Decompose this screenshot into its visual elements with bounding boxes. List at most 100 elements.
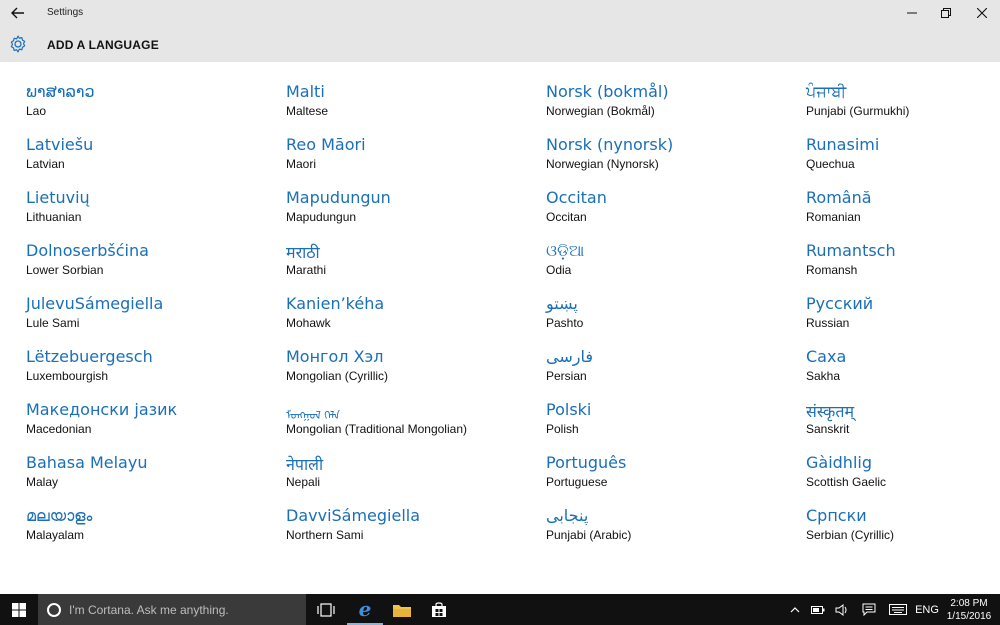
task-view-button[interactable] — [308, 594, 344, 625]
clock-time: 2:08 PM — [950, 598, 988, 609]
language-native-name: ພາສາລາວ — [26, 82, 95, 101]
store-icon — [432, 601, 446, 617]
language-item-nepali[interactable]: नेपाली Nepali — [286, 433, 536, 489]
language-native-name: Lietuvių — [26, 188, 90, 207]
language-item-sakha[interactable]: Саха Sakha — [806, 327, 1000, 383]
close-icon — [977, 8, 987, 18]
language-item-lao[interactable]: ພາສາລາວ Lao — [26, 62, 276, 118]
language-native-name: ᠮᠣᠩᠭᠣᠯ ᠬᠡᠯᠡ — [286, 409, 340, 422]
cortana-search-box[interactable]: I'm Cortana. Ask me anything. — [38, 594, 306, 625]
language-item-maori[interactable]: Reo Māori Maori — [286, 115, 536, 171]
language-native-name: پنجابی — [546, 506, 589, 525]
language-item-romansh[interactable]: Rumantsch Romansh — [806, 221, 1000, 277]
language-english-name: Punjabi (Arabic) — [546, 528, 632, 542]
language-native-name: JulevuSámegiella — [26, 294, 164, 313]
language-item-mongolian-traditional[interactable]: ᠮᠣᠩᠭᠣᠯ ᠬᠡᠯᠡ Mongolian (Traditional Mongol… — [286, 380, 536, 436]
language-item-marathi[interactable]: मराठी Marathi — [286, 221, 536, 277]
show-hidden-icons-button[interactable] — [786, 594, 804, 625]
language-native-name: Русский — [806, 294, 874, 313]
language-item-mohawk[interactable]: Kanien’kéha Mohawk — [286, 274, 536, 330]
language-native-name: नेपाली — [286, 455, 324, 474]
chevron-up-icon — [790, 606, 800, 612]
volume-button[interactable] — [832, 594, 852, 625]
restore-icon — [941, 8, 951, 18]
language-item-malayalam[interactable]: മലയാളം Malayalam — [26, 486, 276, 542]
input-language-button[interactable]: ENG — [912, 594, 942, 625]
volume-icon — [835, 603, 847, 616]
clock[interactable]: 2:08 PM 1/15/2016 — [940, 597, 998, 623]
language-native-name: Polski — [546, 400, 592, 419]
language-item-sanskrit[interactable]: संस्कृतम् Sanskrit — [806, 380, 1000, 436]
notification-icon — [862, 603, 876, 616]
language-item-malay[interactable]: Bahasa Melayu Malay — [26, 433, 276, 489]
language-native-name: Монгол Хэл — [286, 347, 384, 366]
language-native-name: پښتو — [546, 294, 578, 313]
start-button[interactable] — [0, 594, 38, 625]
language-native-name: Norsk (bokmål) — [546, 82, 669, 101]
language-native-name: Occitan — [546, 188, 607, 207]
language-native-name: DavviSámegiella — [286, 506, 421, 525]
action-center-button[interactable] — [858, 594, 880, 625]
window-title: Settings — [47, 7, 84, 18]
language-item-russian[interactable]: Русский Russian — [806, 274, 1000, 330]
language-native-name: Саха — [806, 347, 847, 366]
language-item-lower-sorbian[interactable]: Dolnoserbšćina Lower Sorbian — [26, 221, 276, 277]
language-item-norwegian-nynorsk[interactable]: Norsk (nynorsk) Norwegian (Nynorsk) — [546, 115, 796, 171]
language-item-northern-sami[interactable]: DavviSámegiella Northern Sami — [286, 486, 536, 542]
language-item-punjabi-arabic[interactable]: پنجابی Punjabi (Arabic) — [546, 486, 796, 542]
language-item-norwegian-bokmal[interactable]: Norsk (bokmål) Norwegian (Bokmål) — [546, 62, 796, 118]
battery-button[interactable] — [808, 594, 828, 625]
store-button[interactable] — [421, 594, 457, 625]
language-indicator: ENG — [915, 603, 939, 616]
language-item-persian[interactable]: فارسی Persian — [546, 327, 796, 383]
language-native-name: Română — [806, 188, 872, 207]
title-bar: Settings — [0, 0, 1000, 26]
language-item-portuguese[interactable]: Português Portuguese — [546, 433, 796, 489]
language-item-scottish-gaelic[interactable]: Gàidhlig Scottish Gaelic — [806, 433, 1000, 489]
language-item-maltese[interactable]: Malti Maltese — [286, 62, 536, 118]
language-native-name: Rumantsch — [806, 241, 896, 260]
edge-browser-icon: e — [358, 596, 372, 621]
touch-keyboard-button[interactable] — [886, 594, 910, 625]
back-button[interactable] — [0, 0, 36, 26]
language-native-name: मराठी — [286, 243, 320, 262]
language-native-name: മലയാളം — [26, 506, 93, 525]
language-grid: ພາສາລາວ Lao Latviešu Latvian Lietuvių Lithu… — [0, 62, 1000, 587]
language-item-mongolian-cyrillic[interactable]: Монгол Хэл Mongolian (Cyrillic) — [286, 327, 536, 383]
language-item-occitan[interactable]: Occitan Occitan — [546, 168, 796, 224]
language-native-name: Bahasa Melayu — [26, 453, 148, 472]
language-native-name: Dolnoserbšćina — [26, 241, 149, 260]
language-item-macedonian[interactable]: Македонски јазик Macedonian — [26, 380, 276, 436]
page-title: ADD A LANGUAGE — [47, 38, 159, 52]
minimize-icon — [907, 12, 917, 14]
language-item-lule-sami[interactable]: JulevuSámegiella Lule Sami — [26, 274, 276, 330]
language-english-name: Northern Sami — [286, 528, 364, 542]
minimize-button[interactable] — [895, 0, 929, 26]
language-item-pashto[interactable]: پښتو Pashto — [546, 274, 796, 330]
language-item-polish[interactable]: Polski Polish — [546, 380, 796, 436]
language-native-name: ଓଡ଼ିଆ — [546, 241, 585, 260]
language-native-name: Mapudungun — [286, 188, 391, 207]
clock-date: 1/15/2016 — [946, 611, 992, 622]
close-button[interactable] — [965, 0, 999, 26]
language-item-latvian[interactable]: Latviešu Latvian — [26, 115, 276, 171]
language-item-punjabi-gurmukhi[interactable]: ਪੰਜਾਬੀ Punjabi (Gurmukhi) — [806, 62, 1000, 118]
restore-button[interactable] — [929, 0, 963, 26]
windows-logo-icon — [12, 602, 26, 617]
language-native-name: Malti — [286, 82, 325, 101]
language-native-name: Português — [546, 453, 627, 472]
cortana-icon — [47, 602, 61, 617]
file-explorer-button[interactable] — [384, 594, 420, 625]
language-item-odia[interactable]: ଓଡ଼ିଆ Odia — [546, 221, 796, 277]
language-native-name: Gàidhlig — [806, 453, 872, 472]
language-item-mapudungun[interactable]: Mapudungun Mapudungun — [286, 168, 536, 224]
language-item-serbian-cyrillic[interactable]: Српски Serbian (Cyrillic) — [806, 486, 1000, 542]
edge-browser-button[interactable]: e — [347, 594, 383, 625]
language-item-luxembourgish[interactable]: Lëtzebuergesch Luxembourgish — [26, 327, 276, 383]
language-item-romanian[interactable]: Română Romanian — [806, 168, 1000, 224]
language-native-name: Lëtzebuergesch — [26, 347, 153, 366]
language-item-quechua[interactable]: Runasimi Quechua — [806, 115, 1000, 171]
language-item-lithuanian[interactable]: Lietuvių Lithuanian — [26, 168, 276, 224]
language-native-name: Македонски јазик — [26, 400, 178, 419]
keyboard-icon — [889, 604, 907, 615]
